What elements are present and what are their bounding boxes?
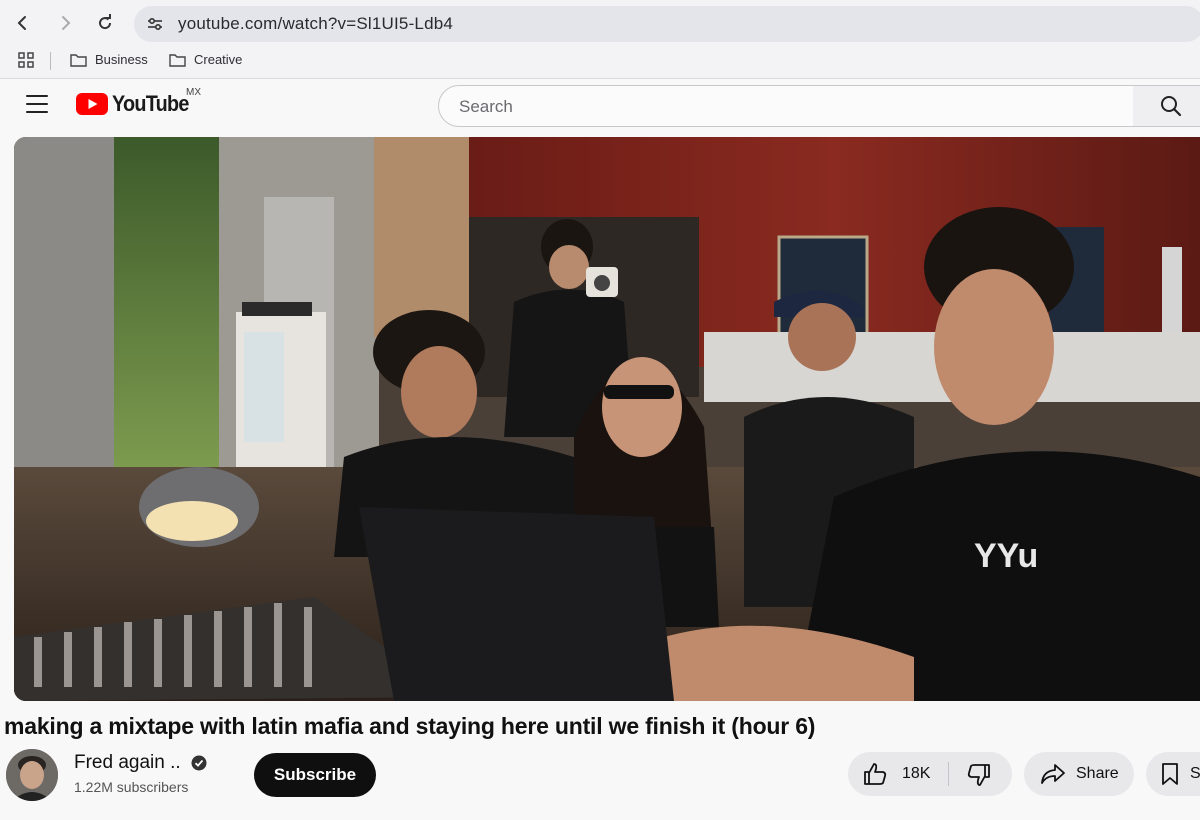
forward-arrow-icon[interactable] [52, 10, 78, 36]
bookmark-creative[interactable]: Creative [169, 52, 242, 67]
like-count: 18K [902, 765, 931, 782]
avatar[interactable] [6, 749, 58, 801]
youtube-logo[interactable]: YouTube [76, 91, 197, 117]
search-input[interactable]: Search [438, 85, 1134, 127]
bookmark-label: Business [95, 52, 148, 67]
channel-name[interactable]: Fred again .. [74, 752, 181, 774]
video-player[interactable]: Y‍Yu [14, 137, 1200, 701]
search-button[interactable] [1133, 85, 1200, 127]
dislike-button[interactable] [966, 762, 992, 793]
apps-grid-icon[interactable] [18, 52, 34, 68]
youtube-play-icon [76, 93, 108, 115]
logo-text: YouTube [112, 91, 189, 116]
youtube-header: YouTube MX Search [0, 79, 1200, 137]
search-placeholder: Search [459, 97, 513, 116]
folder-icon [70, 53, 87, 67]
subscribe-button[interactable]: Subscribe [254, 753, 376, 797]
share-button[interactable]: Share [1024, 752, 1134, 796]
bookmark-label: Creative [194, 52, 243, 67]
region-code: MX [186, 87, 201, 98]
youtube-page: YouTube MX Search [0, 79, 1200, 820]
bookmark-divider [50, 52, 51, 70]
folder-icon [169, 53, 186, 67]
share-icon [1041, 764, 1065, 784]
search-icon [1161, 96, 1182, 117]
video-title: making a mixtape with latin mafia and st… [4, 713, 816, 739]
like-divider [948, 762, 949, 786]
like-button[interactable]: 18K [862, 761, 930, 787]
thumbs-up-icon [864, 763, 887, 785]
bookmark-business[interactable]: Business [70, 52, 148, 67]
url-text[interactable]: youtube.com/watch?v=Sl1UI5-Ldb4 [178, 14, 453, 34]
channel-name-row: Fred again .. [74, 752, 207, 774]
site-settings-icon[interactable] [146, 15, 164, 38]
video-frame: Y‍Yu [14, 137, 1200, 701]
menu-icon[interactable] [26, 95, 48, 113]
bookmarks-bar: Business Creative [0, 48, 1200, 74]
browser-toolbar: youtube.com/watch?v=Sl1UI5-Ldb4 Business… [0, 0, 1200, 79]
share-label: Share [1076, 765, 1119, 782]
reload-icon[interactable] [92, 10, 118, 36]
address-bar[interactable]: youtube.com/watch?v=Sl1UI5-Ldb4 [134, 6, 1200, 42]
save-button[interactable]: S [1146, 752, 1200, 796]
subscriber-count: 1.22M subscribers [74, 779, 189, 795]
save-label: S [1190, 765, 1200, 782]
svg-text:Y‍Yu: Y‍Yu [974, 537, 1038, 575]
verified-badge-icon [191, 755, 207, 771]
like-dislike-group: 18K [848, 752, 1012, 796]
thumbs-down-icon [967, 764, 990, 786]
bookmark-icon [1162, 763, 1178, 785]
back-arrow-icon[interactable] [10, 10, 36, 36]
